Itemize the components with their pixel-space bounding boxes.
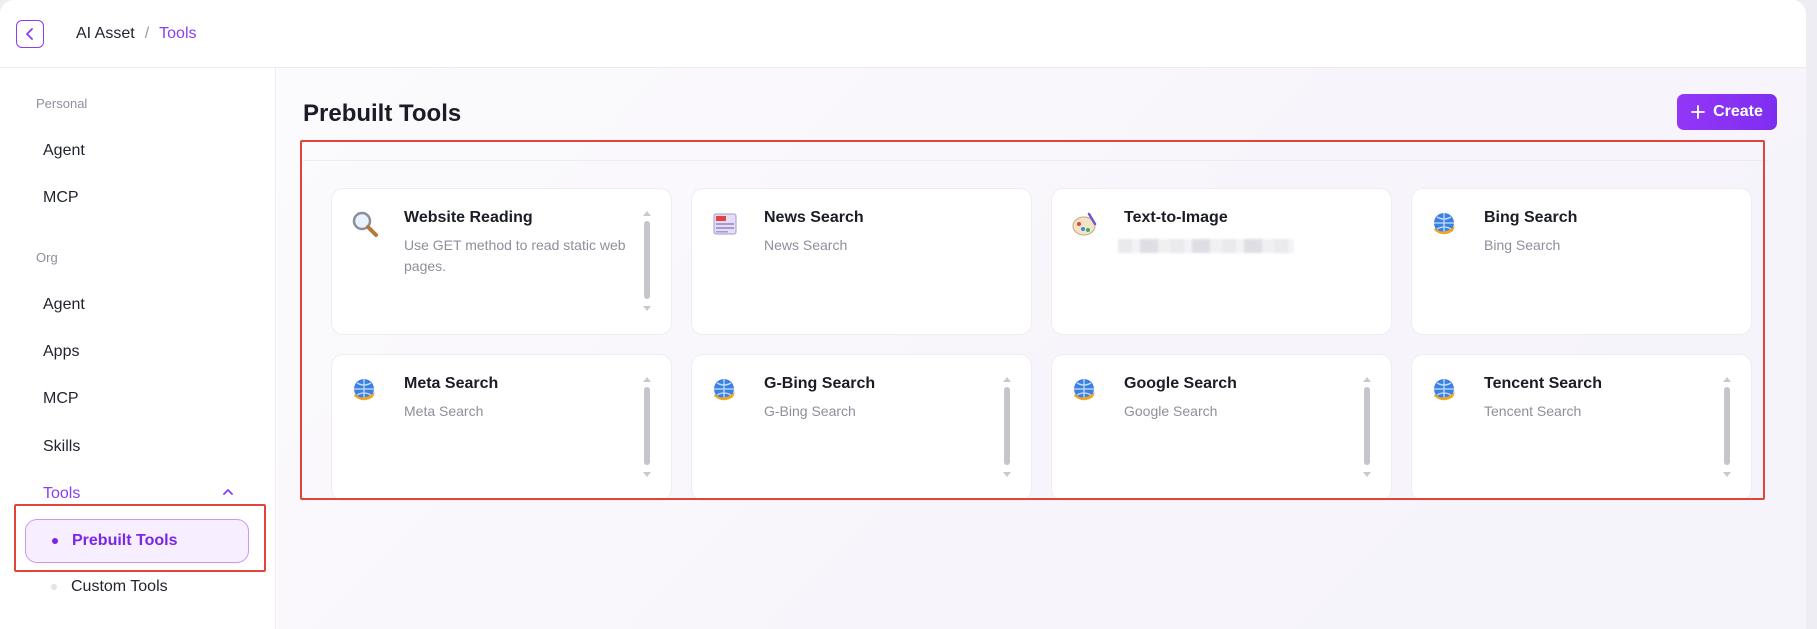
sidebar-item-custom-tools[interactable]: Custom Tools — [25, 565, 249, 609]
sidebar-item-prebuilt-tools[interactable]: Prebuilt Tools — [25, 519, 249, 563]
main-content: Prebuilt Tools Create Website Reading Us… — [277, 68, 1806, 629]
active-dot — [52, 538, 58, 544]
globe-icon — [1430, 375, 1460, 405]
sidebar-item-tools[interactable]: Tools — [43, 485, 80, 503]
tool-description: G-Bing Search — [764, 403, 856, 419]
top-bar: AI Asset / Tools — [0, 0, 1806, 68]
sidebar: Personal Agent MCP Org Agent Apps MCP Sk… — [0, 68, 276, 629]
scrollbar[interactable] — [1723, 377, 1731, 477]
sidebar-item-org-skills[interactable]: Skills — [43, 438, 80, 456]
tool-name: Bing Search — [1484, 209, 1578, 226]
tool-name: Meta Search — [404, 375, 499, 392]
breadcrumb-current: Tools — [159, 24, 197, 42]
back-button[interactable] — [16, 19, 44, 48]
scroll-down-arrow[interactable] — [643, 472, 651, 477]
globe-icon — [710, 375, 740, 405]
tool-name: Tencent Search — [1484, 375, 1602, 392]
page-title: Prebuilt Tools — [303, 100, 462, 127]
tool-description: Meta Search — [404, 403, 484, 419]
tool-description: Tencent Search — [1484, 403, 1582, 419]
globe-icon — [1430, 209, 1460, 239]
tool-description: Google Search — [1124, 403, 1218, 419]
globe-icon — [1070, 375, 1100, 405]
scroll-down-arrow[interactable] — [1003, 472, 1011, 477]
scroll-thumb[interactable] — [644, 387, 650, 465]
section-label-org: Org — [36, 250, 58, 265]
chevron-left-icon — [26, 27, 33, 40]
globe-icon — [350, 375, 380, 405]
tool-card-google-search[interactable]: Google Search Google Search — [1051, 354, 1392, 501]
scroll-down-arrow[interactable] — [1363, 472, 1371, 477]
scroll-up-arrow[interactable] — [1723, 377, 1731, 382]
tool-name: Website Reading — [404, 209, 533, 226]
scroll-up-arrow[interactable] — [643, 377, 651, 382]
tool-name: Text-to-Image — [1124, 209, 1228, 226]
scroll-thumb[interactable] — [1004, 387, 1010, 465]
palette-icon — [1070, 209, 1100, 239]
scroll-thumb[interactable] — [644, 221, 650, 299]
tool-name: Google Search — [1124, 375, 1237, 392]
breadcrumb-separator: / — [144, 24, 150, 42]
tool-description: Use GET method to read static web pages. — [404, 237, 626, 274]
tool-card-meta-search[interactable]: Meta Search Meta Search — [331, 354, 672, 501]
section-label-personal: Personal — [36, 96, 88, 111]
tool-card-tencent-search[interactable]: Tencent Search Tencent Search — [1411, 354, 1752, 501]
newspaper-icon — [710, 209, 740, 239]
scrollbar[interactable] — [643, 211, 651, 311]
tool-card-website-reading[interactable]: Website Reading Use GET method to read s… — [331, 188, 672, 335]
tool-description: News Search — [764, 237, 848, 253]
tool-card-news-search[interactable]: News Search News Search — [691, 188, 1032, 335]
tool-card-text-to-image[interactable]: Text-to-Image — [1051, 188, 1392, 335]
tool-card-bing-search[interactable]: Bing Search Bing Search — [1411, 188, 1752, 335]
scroll-thumb[interactable] — [1364, 387, 1370, 465]
scroll-up-arrow[interactable] — [1363, 377, 1371, 382]
scroll-thumb[interactable] — [1724, 387, 1730, 465]
sidebar-item-org-agent[interactable]: Agent — [43, 296, 85, 314]
magnifier-icon — [350, 209, 380, 239]
chevron-up-icon[interactable] — [222, 486, 234, 498]
tool-description: Bing Search — [1484, 237, 1561, 253]
scroll-up-arrow[interactable] — [643, 211, 651, 216]
scroll-down-arrow[interactable] — [643, 306, 651, 311]
sidebar-item-personal-agent[interactable]: Agent — [43, 142, 85, 160]
sidebar-item-label: Prebuilt Tools — [72, 532, 178, 549]
scroll-up-arrow[interactable] — [1003, 377, 1011, 382]
divider — [303, 160, 1768, 161]
redacted-description — [1118, 239, 1294, 253]
app-window: AI Asset / Tools Personal Agent MCP Org … — [0, 0, 1806, 629]
sidebar-item-personal-mcp[interactable]: MCP — [43, 189, 79, 207]
scrollbar[interactable] — [643, 377, 651, 477]
scroll-down-arrow[interactable] — [1723, 472, 1731, 477]
tool-card-g-bing-search[interactable]: G-Bing Search G-Bing Search — [691, 354, 1032, 501]
create-button[interactable]: Create — [1677, 94, 1777, 130]
inactive-dot — [51, 584, 57, 590]
scrollbar[interactable] — [1363, 377, 1371, 477]
create-button-label: Create — [1713, 103, 1763, 120]
scrollbar[interactable] — [1003, 377, 1011, 477]
plus-icon — [1691, 105, 1705, 119]
breadcrumb-root[interactable]: AI Asset — [76, 25, 135, 43]
sidebar-item-label: Custom Tools — [71, 578, 168, 595]
tool-name: G-Bing Search — [764, 375, 876, 392]
sidebar-item-org-apps[interactable]: Apps — [43, 343, 79, 361]
tool-name: News Search — [764, 209, 864, 226]
sidebar-item-org-mcp[interactable]: MCP — [43, 390, 79, 408]
